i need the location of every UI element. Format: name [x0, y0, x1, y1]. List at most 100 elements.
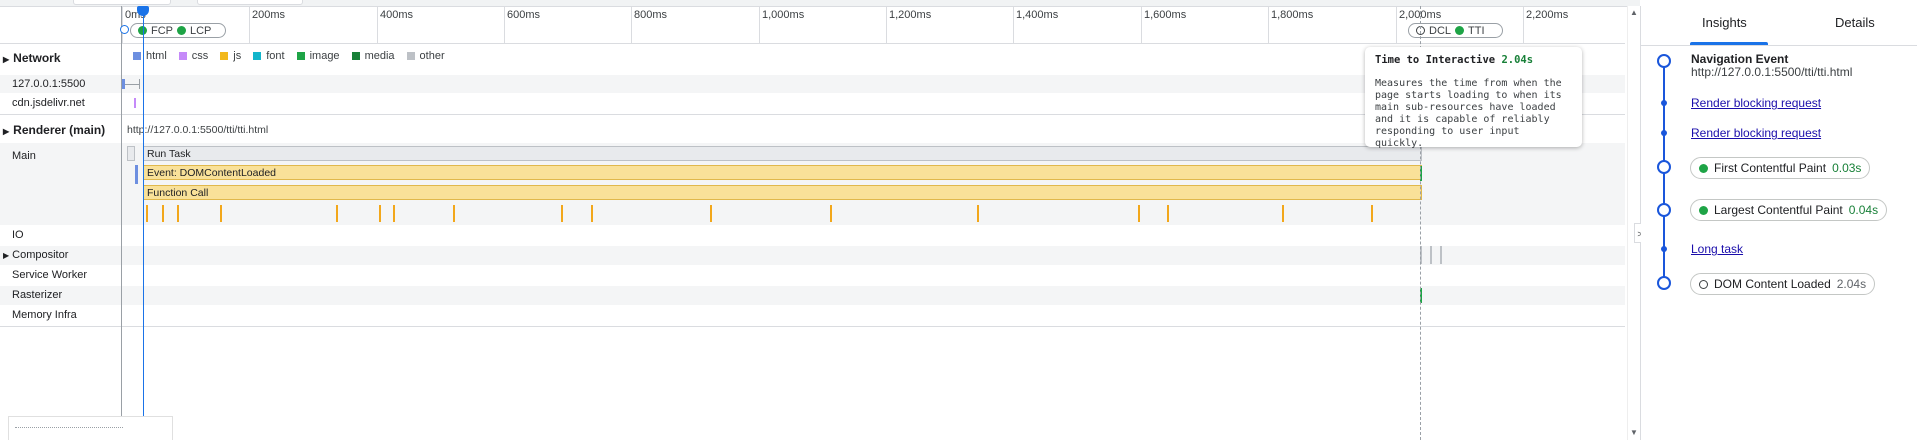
lcp-marker-icon [177, 26, 186, 35]
renderer-track-label: Renderer (main) [13, 123, 106, 137]
navigation-start-line [121, 6, 122, 440]
compositor-task[interactable] [1430, 246, 1432, 264]
legend-label: html [146, 50, 167, 62]
function-call-subtask[interactable] [1138, 205, 1140, 222]
rasterizer-track[interactable]: Rasterizer [0, 286, 1625, 305]
tick-label: 1,400ms [1016, 9, 1059, 21]
navigation-event-title: Navigation Event [1691, 52, 1789, 66]
section-divider [0, 326, 1625, 327]
overview-handle[interactable] [73, 0, 171, 5]
minimap-dots [15, 427, 123, 428]
timeline-dot-icon [1661, 130, 1667, 136]
function-call-subtask[interactable] [177, 205, 179, 222]
compositor-track[interactable]: ▶ Compositor [0, 246, 1625, 265]
function-call-subtask[interactable] [830, 205, 832, 222]
tick-label: 1,000ms [762, 9, 805, 21]
tick-label: 1,200ms [889, 9, 932, 21]
function-call-subtask[interactable] [379, 205, 381, 222]
dcl-metric-value: 2.04s [1836, 277, 1867, 291]
function-call-bar[interactable]: Function Call [143, 185, 1422, 200]
ruler-tick: 1,800ms [1268, 6, 1313, 43]
dcl-status-icon [1699, 279, 1708, 289]
ruler-tick: 400ms [377, 6, 413, 43]
legend-item: css [178, 50, 208, 62]
function-call-subtask[interactable] [1282, 205, 1284, 222]
time-ruler: 0ms 200ms 400ms 600ms 800ms 1,000ms 1,20… [0, 6, 1625, 44]
compositor-track-text: Compositor [12, 249, 69, 261]
render-blocking-request-link[interactable]: Render blocking request [1691, 96, 1821, 110]
html-parse-mark[interactable] [135, 165, 138, 184]
legend-item: media [351, 50, 395, 62]
timeline-node-icon [1657, 276, 1671, 290]
function-call-subtask[interactable] [591, 205, 593, 222]
service-worker-track[interactable]: Service Worker [0, 266, 1625, 285]
legend-item: other [406, 50, 445, 62]
sidebar-tabs: Insights Details [1641, 0, 1917, 46]
function-call-subtask[interactable] [561, 205, 563, 222]
memory-infra-track[interactable]: Memory Infra [0, 306, 1625, 325]
dcl-metric-label: DOM Content Loaded [1714, 277, 1831, 291]
navigation-marker-icon[interactable] [120, 25, 129, 34]
network-row-label: cdn.jsdelivr.net [12, 97, 85, 109]
tti-marker-icon [1455, 26, 1465, 35]
expand-triangle-icon: ▶ [3, 55, 10, 64]
tab-details[interactable]: Details [1835, 15, 1875, 30]
legend-item: font [253, 50, 285, 62]
lcp-metric-pill[interactable]: Largest Contentful Paint 0.04s [1690, 199, 1888, 221]
tab-insights[interactable]: Insights [1702, 15, 1747, 30]
lcp-marker-label: LCP [190, 24, 212, 37]
function-call-subtask[interactable] [146, 205, 148, 222]
active-tab-indicator [1690, 42, 1768, 45]
flame-task-small[interactable] [127, 146, 135, 161]
renderer-track-header[interactable]: ▶ Renderer (main) [3, 123, 105, 137]
network-request-bar[interactable] [134, 98, 136, 108]
ruler-tick: 2,200ms [1523, 6, 1568, 43]
scroll-down-icon[interactable]: ▼ [1630, 428, 1638, 437]
long-task-link[interactable]: Long task [1691, 242, 1743, 256]
dcl-tti-marker-pill[interactable]: DCL TTI [1408, 23, 1503, 38]
function-call-subtask[interactable] [393, 205, 395, 222]
function-call-subtask[interactable] [1167, 205, 1169, 222]
function-call-subtask[interactable] [220, 205, 222, 222]
ruler-tick: 1,600ms [1141, 6, 1186, 43]
legend-swatch [351, 52, 360, 60]
function-call-label: Function Call [147, 187, 209, 199]
expand-triangle-icon: ▶ [3, 251, 10, 260]
legend-label: other [419, 50, 445, 62]
run-task-bar[interactable]: Run Task [143, 146, 1422, 161]
expand-triangle-icon: ▶ [3, 127, 10, 136]
ruler-tick: 1,400ms [1013, 6, 1058, 43]
fcp-metric-pill[interactable]: First Contentful Paint 0.03s [1690, 157, 1871, 179]
function-call-subtask[interactable] [336, 205, 338, 222]
network-request-whisker [125, 84, 139, 85]
function-call-subtask[interactable] [1371, 205, 1373, 222]
domcontentloaded-label: Event: DOMContentLoaded [147, 167, 276, 179]
compositor-task[interactable] [1440, 246, 1442, 264]
io-track[interactable]: IO [0, 226, 1625, 245]
fcp-lcp-marker-pill[interactable]: FCP LCP [130, 23, 226, 38]
render-blocking-request-link[interactable]: Render blocking request [1691, 126, 1821, 140]
domcontentloaded-event-bar[interactable]: Event: DOMContentLoaded [143, 165, 1422, 180]
tick-label: 200ms [252, 9, 286, 21]
fcp-marker-label: FCP [151, 24, 173, 37]
network-track-label: Network [13, 51, 61, 65]
tick-label: 400ms [380, 9, 414, 21]
timeline-node-icon [1657, 160, 1671, 174]
function-call-subtask[interactable] [453, 205, 455, 222]
fcp-metric-label: First Contentful Paint [1714, 161, 1827, 175]
fcp-metric-value: 0.03s [1832, 161, 1862, 175]
playhead-line[interactable] [143, 6, 144, 440]
function-call-subtask[interactable] [162, 205, 164, 222]
scroll-up-icon[interactable]: ▲ [1630, 8, 1638, 17]
rasterizer-track-label: Rasterizer [12, 289, 63, 301]
legend-item: html [133, 50, 167, 62]
ruler-tick: 1,200ms [886, 6, 931, 43]
function-call-subtask[interactable] [977, 205, 979, 222]
legend-label: image [309, 50, 340, 62]
overview-handle[interactable] [197, 0, 303, 5]
tooltip-body: Measures the time from when the page sta… [1375, 78, 1562, 149]
network-request-bar[interactable] [139, 79, 140, 89]
dcl-metric-pill[interactable]: DOM Content Loaded 2.04s [1690, 273, 1876, 295]
function-call-subtask[interactable] [710, 205, 712, 222]
network-track-header[interactable]: ▶ Network [3, 51, 61, 65]
